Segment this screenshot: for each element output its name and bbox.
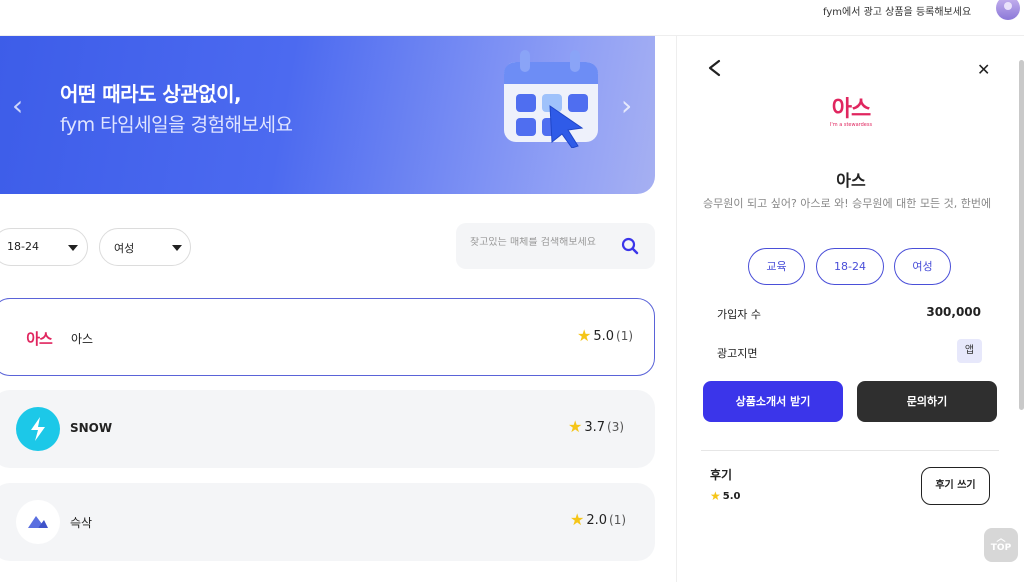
banner-next-arrow-icon[interactable]: › (621, 92, 632, 120)
media-search-box (456, 223, 655, 269)
divider (701, 450, 999, 451)
media-rating: ★ 5.0 (1) (577, 328, 633, 344)
chevron-up-icon: ︿ (996, 534, 1006, 544)
gender-filter-value: 여성 (114, 242, 135, 255)
subscribers-value: 300,000 (926, 305, 981, 319)
list-item[interactable]: 아스 아스 ★ 5.0 (1) (0, 298, 655, 376)
user-avatar[interactable] (996, 0, 1020, 20)
media-rating: ★ 3.7 (3) (568, 419, 624, 435)
star-icon: ★ (570, 510, 585, 529)
scrollbar[interactable] (1019, 60, 1024, 410)
media-name: 슥삭 (70, 516, 93, 530)
promo-banner[interactable]: ‹ 어떤 때라도 상관없이, fym 타임세일을 경험해보세요 › (0, 36, 655, 194)
tag-chip[interactable]: 여성 (894, 248, 951, 285)
calendar-cursor-icon (504, 50, 598, 148)
scroll-top-button[interactable]: ︿ TOP (984, 528, 1018, 562)
review-score: ★ 5.0 (710, 489, 741, 503)
list-item[interactable]: 슥삭 ★ 2.0 (1) (0, 483, 655, 561)
star-icon: ★ (577, 326, 592, 345)
ad-page-badge: 앱 (957, 339, 982, 363)
banner-subline: fym 타임세일을 경험해보세요 (60, 114, 293, 136)
rating-count: (1) (609, 513, 627, 527)
media-name: 아스 (71, 332, 94, 346)
banner-headline: 어떤 때라도 상관없이, (60, 82, 242, 106)
get-brochure-button[interactable]: 상품소개서 받기 (703, 381, 843, 422)
ahs-logo: 아스 (17, 316, 61, 360)
top-bar: fym에서 광고 상품을 등록해보세요 (0, 0, 1024, 36)
media-rating: ★ 2.0 (1) (570, 512, 626, 528)
search-input[interactable] (470, 237, 620, 248)
star-icon: ★ (710, 489, 721, 503)
rating-value: 5.0 (593, 328, 615, 344)
media-detail-panel: ✕ 아스 I'm a stewardess 아스 승무원이 되고 싶어? 아스로… (676, 36, 1024, 582)
sukssak-logo (16, 500, 60, 544)
chevron-down-icon (68, 245, 78, 251)
gender-filter-dropdown[interactable]: 여성 (99, 228, 191, 266)
rating-count: (1) (616, 329, 634, 343)
review-section-title: 후기 (710, 468, 733, 482)
close-icon[interactable]: ✕ (977, 60, 990, 79)
chevron-down-icon (172, 245, 182, 251)
snow-bolt-icon (16, 407, 60, 451)
tag-chip[interactable]: 18-24 (816, 248, 884, 285)
search-icon[interactable] (621, 237, 639, 255)
tag-chip[interactable]: 교육 (748, 248, 805, 285)
inquiry-button[interactable]: 문의하기 (857, 381, 997, 422)
media-title: 아스 (836, 171, 866, 190)
age-filter-dropdown[interactable]: 18-24 (0, 228, 88, 266)
register-ad-link[interactable]: fym에서 광고 상품을 등록해보세요 (823, 3, 971, 18)
media-description: 승무원이 되고 싶어? 아스로 와! 승무원에 대한 모든 것, 한번에 (703, 197, 992, 210)
banner-prev-arrow-icon[interactable]: ‹ (12, 92, 23, 120)
subscribers-label: 가입자 수 (717, 308, 761, 321)
rating-value: 2.0 (586, 512, 608, 528)
age-filter-value: 18-24 (7, 240, 39, 253)
media-name: SNOW (70, 421, 113, 435)
share-icon[interactable] (705, 58, 725, 78)
ad-page-label: 광고지면 (717, 347, 758, 360)
rating-value: 3.7 (584, 419, 606, 435)
rating-count: (3) (607, 420, 625, 434)
list-item[interactable]: SNOW ★ 3.7 (3) (0, 390, 655, 468)
ahs-logo: 아스 I'm a stewardess (829, 97, 873, 129)
write-review-button[interactable]: 후기 쓰기 (921, 467, 990, 505)
star-icon: ★ (568, 417, 583, 436)
